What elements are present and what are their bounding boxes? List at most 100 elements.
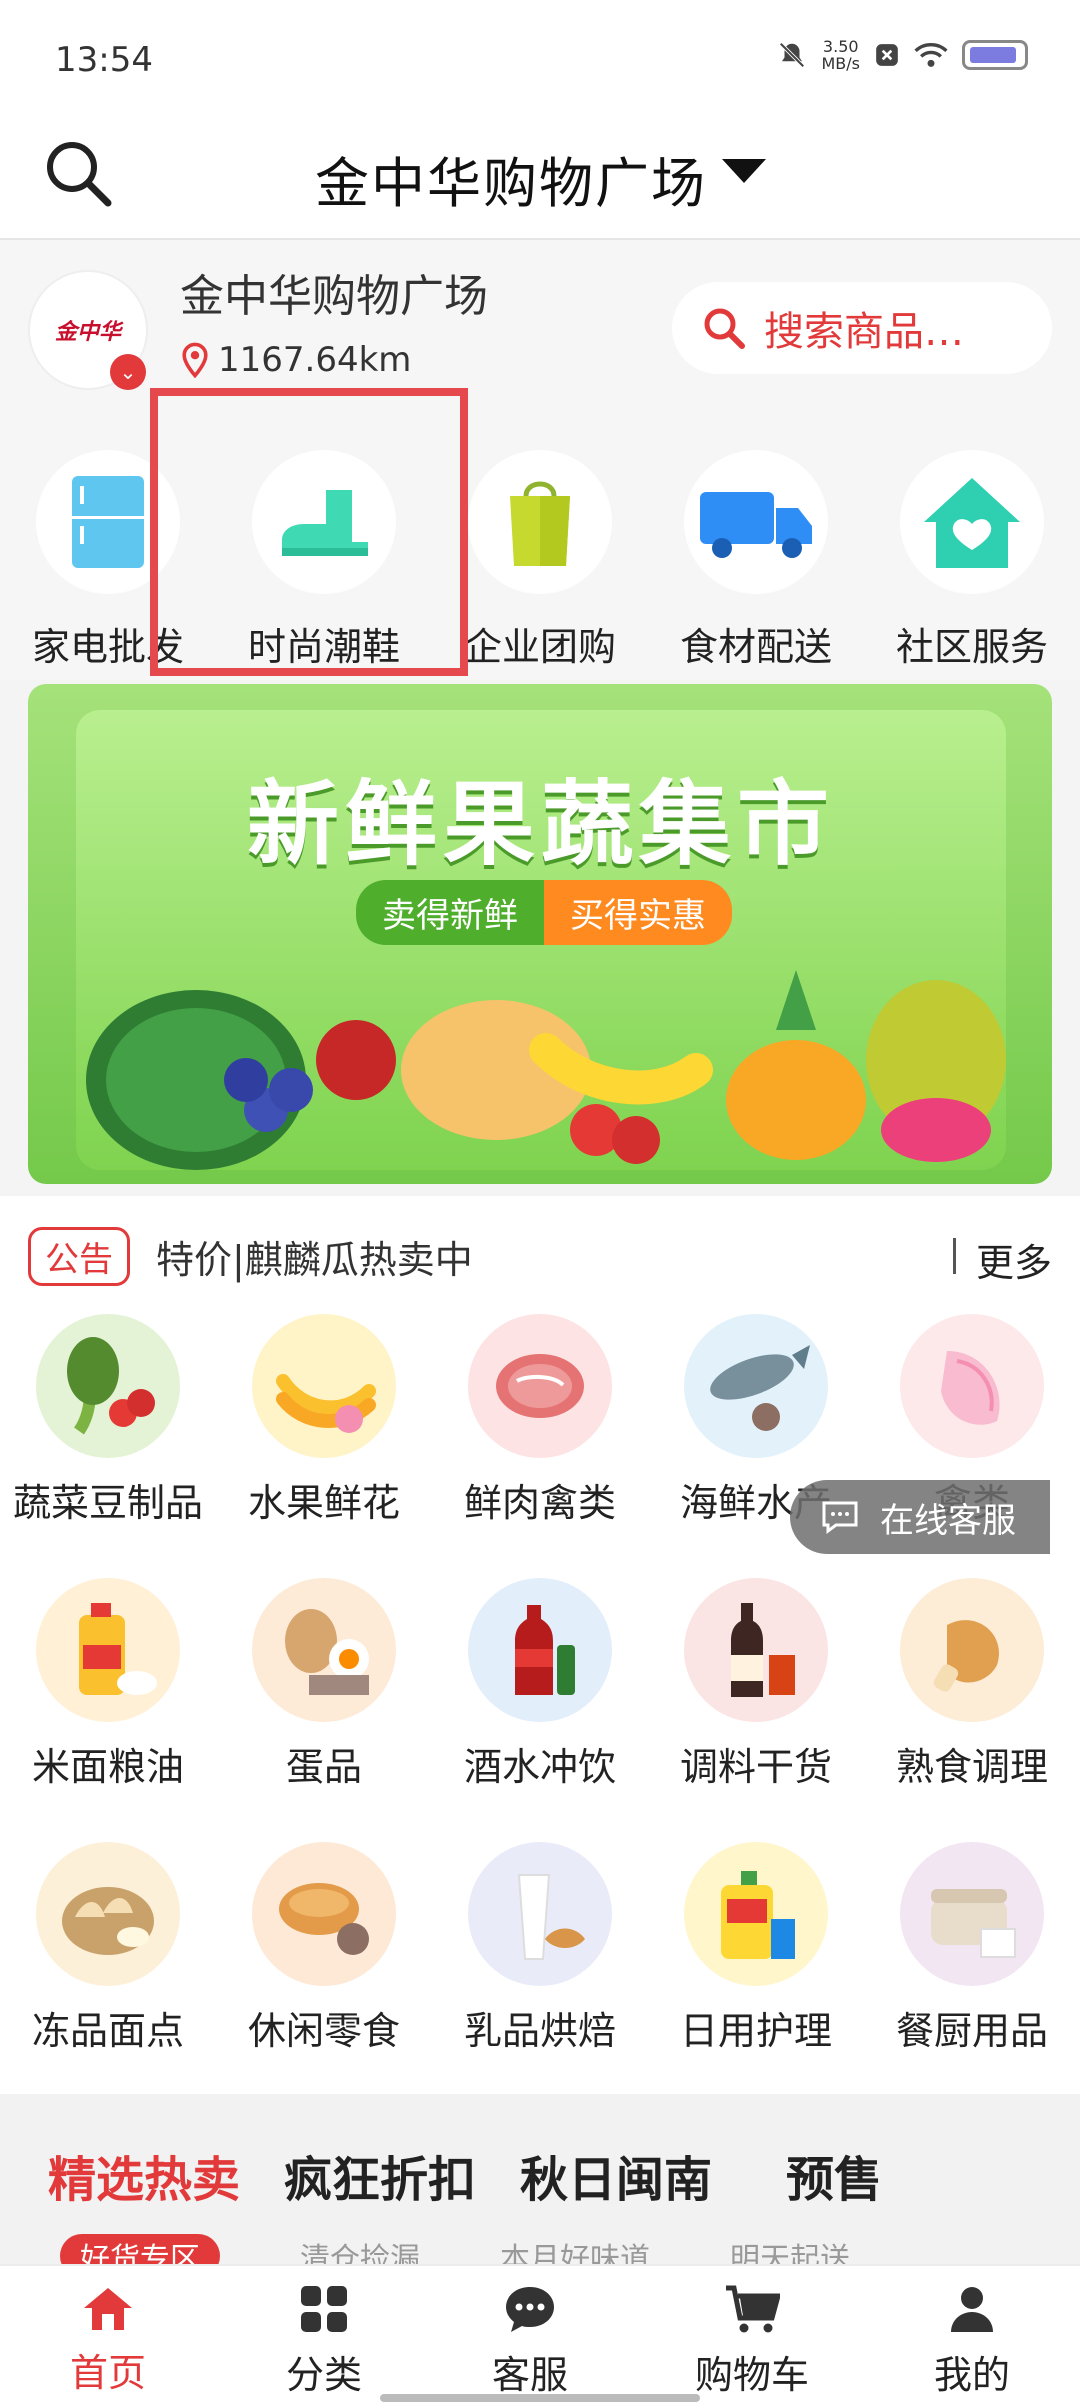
notice-badge: 公告 bbox=[28, 1226, 130, 1286]
nav-label: 客服 bbox=[491, 2353, 568, 2397]
banner-card: 新鲜果蔬集市 卖得新鲜 买得实惠 bbox=[76, 710, 1006, 1170]
soy-sauce-icon bbox=[684, 1578, 828, 1722]
grid-icon bbox=[301, 2286, 347, 2332]
nav-profile[interactable]: 我的 bbox=[872, 2284, 1072, 2399]
category-label: 米面粮油 bbox=[31, 1745, 184, 1789]
online-service-button[interactable]: 在线客服 bbox=[790, 1480, 1050, 1554]
nav-label: 我的 bbox=[933, 2353, 1010, 2397]
truck-icon bbox=[684, 450, 828, 594]
notice-text: 特价|麒麟瓜热卖中 bbox=[156, 1237, 473, 1282]
dumpling-icon bbox=[36, 1842, 180, 1986]
category-frozen[interactable]: 冻品面点 bbox=[0, 1842, 216, 2055]
bottom-nav: 首页 分类 客服 购物车 我的 bbox=[0, 2264, 1080, 2408]
fruit-illustration bbox=[86, 970, 1006, 1170]
highlight-box bbox=[150, 388, 468, 676]
nav-cart[interactable]: 购物车 bbox=[652, 2284, 852, 2399]
quick-nav-label: 社区服务 bbox=[895, 625, 1048, 669]
category-fruits[interactable]: 水果鲜花 bbox=[216, 1314, 432, 1527]
category-label: 调料干货 bbox=[679, 1745, 832, 1789]
chevron-down-badge-icon: ⌄ bbox=[110, 354, 146, 390]
user-icon bbox=[951, 2287, 993, 2332]
product-search-box[interactable]: 搜索商品… bbox=[672, 282, 1052, 374]
home-icon bbox=[84, 2288, 132, 2330]
lunchbox-icon bbox=[900, 1842, 1044, 1986]
vegetable-icon bbox=[36, 1314, 180, 1458]
quick-nav-item-delivery[interactable]: 食材配送 bbox=[648, 450, 864, 671]
battery-icon bbox=[962, 40, 1028, 70]
cart-icon bbox=[726, 2285, 782, 2333]
banner-title: 新鲜果蔬集市 bbox=[246, 771, 835, 878]
app-header: 金中华购物广场 bbox=[0, 125, 1080, 240]
nav-category[interactable]: 分类 bbox=[224, 2284, 424, 2399]
category-kitchenware[interactable]: 餐厨用品 bbox=[864, 1842, 1080, 2055]
nav-home[interactable]: 首页 bbox=[8, 2284, 208, 2397]
category-meat[interactable]: 鲜肉禽类 bbox=[432, 1314, 648, 1527]
status-icons: 3.50 MB/s bbox=[777, 38, 1028, 72]
banner-tag-fresh: 卖得新鲜 bbox=[356, 880, 544, 945]
online-service-label: 在线客服 bbox=[880, 1500, 1016, 1541]
oil-bottle-icon bbox=[36, 1578, 180, 1722]
content-section: 公告 特价|麒麟瓜热卖中 更多 蔬菜豆制品 水果鲜花 鲜肉禽类 海鲜水产 米面粮… bbox=[0, 1196, 1080, 2096]
divider bbox=[953, 1238, 956, 1274]
location-pin-icon bbox=[182, 342, 208, 378]
detergent-icon bbox=[684, 1842, 828, 1986]
nav-label: 首页 bbox=[69, 2351, 146, 2395]
wifi-icon bbox=[914, 43, 948, 67]
notice-more-link[interactable]: 更多 bbox=[976, 1232, 1052, 1287]
category-label: 乳品烘焙 bbox=[463, 2009, 616, 2053]
category-vegetables[interactable]: 蔬菜豆制品 bbox=[0, 1314, 216, 1527]
nav-label: 购物车 bbox=[694, 2353, 809, 2397]
category-daily-care[interactable]: 日用护理 bbox=[648, 1842, 864, 2055]
chicken-breast-icon bbox=[900, 1314, 1044, 1458]
house-heart-icon bbox=[900, 450, 1044, 594]
cola-bottle-icon bbox=[468, 1578, 612, 1722]
search-icon bbox=[704, 308, 745, 349]
tab-autumn-minnan[interactable]: 秋日闽南 bbox=[520, 2140, 712, 2210]
store-switch-title[interactable]: 金中华购物广场 bbox=[315, 139, 707, 218]
category-drinks[interactable]: 酒水冲饮 bbox=[432, 1578, 648, 1791]
category-snacks[interactable]: 休闲零食 bbox=[216, 1842, 432, 2055]
promo-section: 精选热卖 疯狂折扣 秋日闽南 预售 好货专区 清仓捡漏 本月好味道 明天起送 bbox=[0, 2094, 1080, 2278]
home-indicator[interactable] bbox=[380, 2394, 700, 2402]
category-condiments[interactable]: 调料干货 bbox=[648, 1578, 864, 1791]
category-dairy-bakery[interactable]: 乳品烘焙 bbox=[432, 1842, 648, 2055]
store-distance: 1167.64km bbox=[180, 340, 411, 380]
caret-down-icon[interactable] bbox=[722, 159, 766, 183]
category-label: 鲜肉禽类 bbox=[463, 1481, 616, 1525]
distance-text: 1167.64km bbox=[218, 340, 412, 380]
egg-icon bbox=[252, 1578, 396, 1722]
category-cooked-food[interactable]: 熟食调理 bbox=[864, 1578, 1080, 1791]
shopping-bag-icon bbox=[468, 450, 612, 594]
search-icon[interactable] bbox=[40, 135, 120, 215]
tab-hot-picks[interactable]: 精选热卖 bbox=[48, 2140, 240, 2210]
promo-tabs: 精选热卖 疯狂折扣 秋日闽南 预售 bbox=[48, 2140, 882, 2210]
category-label: 水果鲜花 bbox=[247, 1481, 400, 1525]
mute-bell-icon bbox=[779, 42, 806, 68]
promo-banner[interactable]: 新鲜果蔬集市 卖得新鲜 买得实惠 bbox=[28, 684, 1052, 1184]
banner-tags: 卖得新鲜 买得实惠 bbox=[356, 880, 732, 945]
net-speed: 3.50 MB/s bbox=[821, 38, 860, 72]
store-name: 金中华购物广场 bbox=[180, 271, 488, 322]
banana-icon bbox=[252, 1314, 396, 1458]
chat-bubble-icon bbox=[822, 1501, 858, 1534]
nav-service[interactable]: 客服 bbox=[430, 2284, 630, 2399]
category-label: 冻品面点 bbox=[31, 2009, 184, 2053]
quick-nav-item-community[interactable]: 社区服务 bbox=[864, 450, 1080, 671]
milk-icon bbox=[468, 1842, 612, 1986]
quick-nav-label: 食材配送 bbox=[679, 625, 832, 669]
tab-presale[interactable]: 预售 bbox=[786, 2140, 882, 2210]
tab-crazy-discount[interactable]: 疯狂折扣 bbox=[284, 2140, 476, 2210]
store-logo-text: 金中华 bbox=[54, 320, 121, 345]
category-label: 熟食调理 bbox=[895, 1745, 1048, 1789]
category-eggs[interactable]: 蛋品 bbox=[216, 1578, 432, 1791]
store-logo[interactable]: 金中华 ⌄ bbox=[28, 270, 148, 390]
notification-x-icon bbox=[876, 44, 898, 66]
status-time: 13:54 bbox=[55, 40, 153, 80]
category-grain-oil[interactable]: 米面粮油 bbox=[0, 1578, 216, 1791]
notice-bar[interactable]: 公告 特价|麒麟瓜热卖中 更多 bbox=[28, 1224, 1052, 1288]
category-label: 餐厨用品 bbox=[895, 2009, 1048, 2053]
nav-label: 分类 bbox=[285, 2353, 362, 2397]
category-label: 日用护理 bbox=[679, 2009, 832, 2053]
status-bar: 13:54 3.50 MB/s bbox=[0, 0, 1080, 125]
net-speed-unit: MB/s bbox=[821, 54, 860, 73]
